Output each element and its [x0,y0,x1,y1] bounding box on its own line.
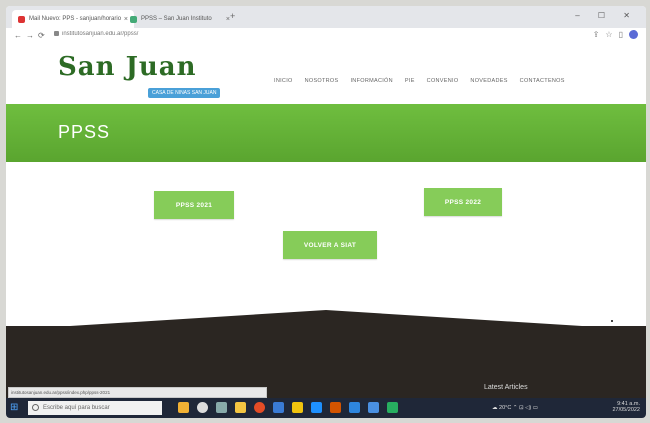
taskbar-search-box[interactable]: Escribe aquí para buscar [28,401,162,415]
gmail-favicon-icon [18,15,25,23]
reload-button[interactable]: ⟳ [38,31,45,40]
search-placeholder: Escribe aquí para buscar [43,405,110,411]
star-icon[interactable]: ☆ [605,30,612,39]
site-header: San Juan CASA DE NINAS SAN JUAN INICIO N… [6,44,646,104]
latest-articles-heading: Latest Articles [484,384,528,391]
chrome-icon[interactable] [254,402,265,413]
menu-item-nosotros[interactable]: NOSOTROS [305,78,339,84]
address-bar-row: ← → ⟳ institutosanjuan.edu.ar/ppss/ ⇪ ☆ … [6,28,646,45]
mail-icon[interactable] [349,402,360,413]
menu-item-convenio[interactable]: CONVENIO [427,78,459,84]
cortana-icon[interactable] [197,402,208,413]
task-view-icon[interactable] [216,402,227,413]
main-content: PPSS 2021 PPSS 2022 VOLVER A SIAT [6,162,646,332]
tab-title: PPSS – San Juan Instituto [141,16,212,22]
status-bar-link: institutosanjuan.edu.ar/ppss/index.php/p… [8,387,267,398]
browser-tab-strip: Mail Nuevo: PPS - sanjuan/horario × PPSS… [6,6,646,28]
weather-tray[interactable]: ☁ 20°C ⌃ ⊡ ◁) ▭ [492,405,538,411]
back-button[interactable]: ← [14,31,22,40]
browser-toolbar: ⇪ ☆ ▯ [593,30,638,39]
tab-title: Mail Nuevo: PPS - sanjuan/horario [29,16,122,22]
menu-item-inicio[interactable]: INICIO [274,78,293,84]
clock[interactable]: 9:41 a.m. 27/05/2022 [612,401,640,413]
forward-button[interactable]: → [26,31,34,40]
menu-item-pie[interactable]: PIE [405,78,415,84]
lock-icon [54,31,59,36]
windows-start-icon[interactable]: ⊞ [10,402,21,413]
share-icon[interactable]: ⇪ [593,30,600,39]
menu-item-novedades[interactable]: NOVEDADES [470,78,507,84]
file-explorer-icon[interactable] [235,402,246,413]
browser-tab-ppss[interactable]: PPSS – San Juan Instituto × [124,10,236,28]
os-taskbar: ⊞ Escribe aquí para buscar ☁ 20°C ⌃ ⊡ ◁)… [6,398,646,418]
store-icon[interactable] [273,402,284,413]
tray-icons[interactable]: ⌃ ⊡ ◁) ▭ [513,405,538,411]
weather-app-icon[interactable] [178,402,189,413]
url-field[interactable]: institutosanjuan.edu.ar/ppss/ [54,31,454,41]
menu-item-contactenos[interactable]: CONTACTENOS [520,78,565,84]
page-title: PPSS [58,122,111,142]
search-icon [32,403,39,411]
window-controls[interactable]: – ☐ ✕ [575,11,638,20]
main-menu: INICIO NOSOTROS INFORMACIÓN PIE CONVENIO… [274,78,565,84]
site-favicon-icon [130,15,137,23]
ppss-2021-button[interactable]: PPSS 2021 [154,191,234,219]
menu-item-informacion[interactable]: INFORMACIÓN [350,78,392,84]
extensions-icon[interactable]: ▯ [619,30,623,39]
volver-button[interactable]: VOLVER A SIAT [283,231,377,259]
page-hero-band: PPSS [6,104,646,162]
word-icon[interactable] [368,402,379,413]
url-text: institutosanjuan.edu.ar/ppss/ [62,31,139,38]
logo-tagline: CASA DE NINAS SAN JUAN [148,88,221,98]
folder-icon[interactable] [292,402,303,413]
browser-tab-mail[interactable]: Mail Nuevo: PPS - sanjuan/horario × [12,10,134,28]
screen: Mail Nuevo: PPS - sanjuan/horario × PPSS… [6,6,646,418]
profile-avatar[interactable] [629,30,638,39]
weather-temp: 20°C [499,405,512,411]
taskbar-app-icons [178,402,398,413]
excel-icon[interactable] [387,402,398,413]
new-tab-button[interactable]: + [230,11,235,21]
edge-icon[interactable] [311,402,322,413]
clock-date: 27/05/2022 [612,407,640,413]
office-icon[interactable] [330,402,341,413]
cloud-icon: ☁ [492,405,498,411]
ppss-2022-button[interactable]: PPSS 2022 [424,188,502,216]
site-logo[interactable]: San Juan [58,52,197,82]
